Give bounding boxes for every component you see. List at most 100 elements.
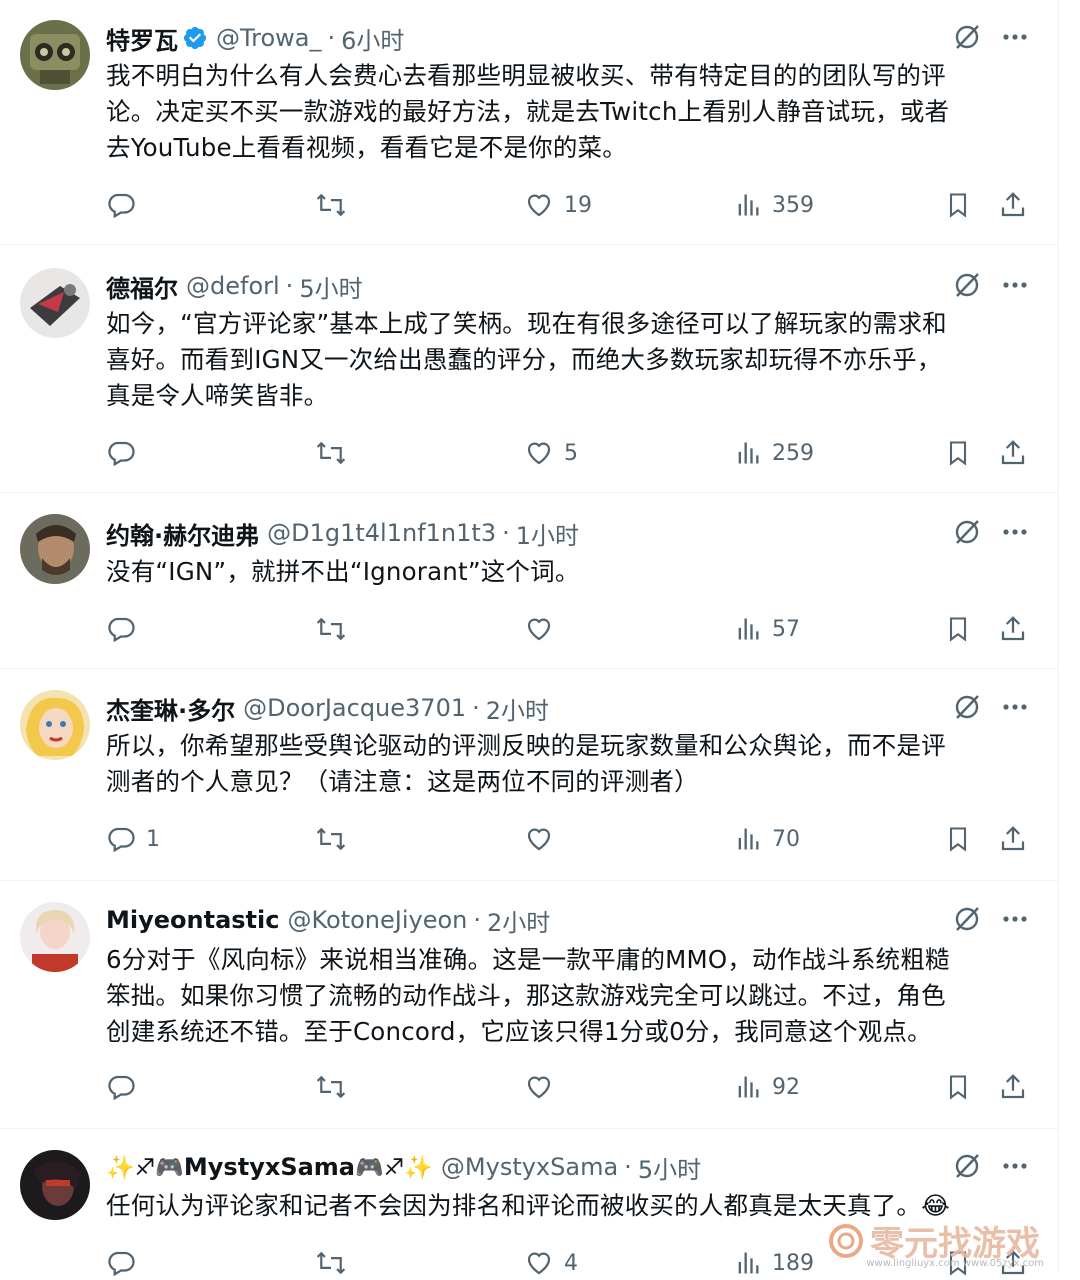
like-button[interactable]: 5	[524, 436, 578, 470]
tweet-3[interactable]: 约翰·赫尔迪弗 @D1g1t4l1nf1n1t3 · 1小时 没有“IGN”，就…	[0, 492, 1058, 669]
retweet-icon	[314, 438, 348, 468]
retweet-button[interactable]	[314, 1070, 348, 1104]
avatar[interactable]	[20, 514, 90, 584]
bookmark-button[interactable]	[944, 612, 972, 646]
share-icon	[998, 190, 1028, 220]
bookmark-button[interactable]	[944, 822, 972, 856]
watermark-swirl-icon	[829, 1223, 863, 1258]
handle[interactable]: @KotoneJiyeon	[287, 906, 467, 934]
timestamp[interactable]: 5小时	[299, 269, 362, 304]
reply-button[interactable]: 1	[106, 822, 160, 856]
action-bar: 57	[106, 612, 1036, 646]
handle[interactable]: @deforl	[186, 272, 280, 300]
avatar[interactable]	[20, 20, 90, 90]
reply-button[interactable]	[106, 436, 146, 470]
more-icon[interactable]	[1002, 281, 1028, 289]
grok-icon[interactable]	[952, 22, 982, 52]
tweet-top-icons	[952, 1151, 1028, 1181]
more-icon[interactable]	[1002, 33, 1028, 41]
bookmark-button[interactable]	[944, 436, 972, 470]
share-button[interactable]	[998, 188, 1028, 222]
more-icon[interactable]	[1002, 1162, 1028, 1170]
timestamp[interactable]: 5小时	[638, 1150, 701, 1185]
more-icon[interactable]	[1002, 703, 1028, 711]
like-count: 5	[564, 440, 578, 466]
timestamp[interactable]: 6小时	[341, 21, 404, 56]
views-button[interactable]: 259	[734, 436, 814, 470]
tweet-header: 杰奎琳·多尔 @DoorJacque3701 · 2小时	[106, 691, 549, 725]
separator-dot: ·	[472, 694, 480, 722]
more-icon[interactable]	[1002, 528, 1028, 536]
more-icon[interactable]	[1002, 915, 1028, 923]
views-count: 259	[772, 440, 814, 466]
tweet-top-icons	[952, 22, 1028, 52]
avatar[interactable]	[20, 1150, 90, 1220]
handle[interactable]: @DoorJacque3701	[243, 694, 466, 722]
display-name[interactable]: MystyxSama	[184, 1153, 355, 1181]
like-button[interactable]	[524, 612, 564, 646]
tweet-5[interactable]: Miyeontastic @KotoneJiyeon · 2小时 6分对于《风向…	[0, 880, 1058, 1129]
handle[interactable]: @D1g1t4l1nf1n1t3	[267, 519, 496, 547]
like-button[interactable]	[524, 822, 564, 856]
tweet-top-icons	[952, 517, 1028, 547]
views-button[interactable]: 70	[734, 822, 800, 856]
grok-icon[interactable]	[952, 904, 982, 934]
reply-button[interactable]	[106, 612, 146, 646]
grok-icon[interactable]	[952, 270, 982, 300]
handle[interactable]: @Trowa_	[216, 24, 322, 52]
reply-icon	[106, 824, 136, 854]
like-button[interactable]: 4	[524, 1246, 578, 1280]
timestamp[interactable]: 2小时	[486, 691, 549, 726]
avatar[interactable]	[20, 902, 90, 972]
display-name[interactable]: 杰奎琳·多尔	[106, 691, 235, 726]
bookmark-icon	[944, 614, 972, 644]
like-button[interactable]	[524, 1070, 564, 1104]
reply-button[interactable]	[106, 188, 146, 222]
tweet-header: ✨♐🎮 MystyxSama 🎮♐✨ @MystyxSama · 5小时	[106, 1150, 701, 1184]
share-icon	[998, 438, 1028, 468]
views-icon	[734, 614, 762, 644]
retweet-button[interactable]	[314, 1246, 348, 1280]
share-icon	[998, 824, 1028, 854]
reply-button[interactable]	[106, 1070, 146, 1104]
tweet-1[interactable]: 特罗瓦 @Trowa_ · 6小时 我不明白为什么有人会费心去看那些明显被收买、…	[0, 0, 1058, 245]
avatar[interactable]	[20, 268, 90, 338]
action-bar: 19 359	[106, 188, 1036, 222]
views-button[interactable]: 189	[734, 1246, 814, 1280]
handle[interactable]: @MystyxSama	[441, 1153, 618, 1181]
grok-icon[interactable]	[952, 692, 982, 722]
grok-icon[interactable]	[952, 517, 982, 547]
retweet-button[interactable]	[314, 612, 348, 646]
retweet-button[interactable]	[314, 188, 348, 222]
display-name[interactable]: 约翰·赫尔迪弗	[106, 516, 259, 551]
share-button[interactable]	[998, 822, 1028, 856]
action-bar: 5 259	[106, 436, 1036, 470]
avatar[interactable]	[20, 690, 90, 760]
tweet-2[interactable]: 德福尔 @deforl · 5小时 如今，“官方评论家”基本上成了笑柄。现在有很…	[0, 244, 1058, 493]
timestamp[interactable]: 1小时	[516, 516, 579, 551]
views-button[interactable]: 359	[734, 188, 814, 222]
share-icon	[998, 614, 1028, 644]
bookmark-button[interactable]	[944, 188, 972, 222]
display-name[interactable]: 特罗瓦	[106, 21, 178, 56]
display-name[interactable]: 德福尔	[106, 269, 178, 304]
tweet-text-line: 如今，“官方评论家”基本上成了笑柄。现在有很多途径可以了解玩家的需求和	[106, 309, 947, 338]
retweet-button[interactable]	[314, 822, 348, 856]
display-name[interactable]: Miyeontastic	[106, 906, 279, 934]
views-count: 359	[772, 192, 814, 218]
share-button[interactable]	[998, 436, 1028, 470]
like-count: 4	[564, 1250, 578, 1276]
tweet-4[interactable]: 杰奎琳·多尔 @DoorJacque3701 · 2小时 所以，你希望那些受舆论…	[0, 668, 1058, 881]
share-button[interactable]	[998, 612, 1028, 646]
timestamp[interactable]: 2小时	[487, 903, 550, 938]
retweet-button[interactable]	[314, 436, 348, 470]
like-button[interactable]: 19	[524, 188, 592, 222]
share-button[interactable]	[998, 1070, 1028, 1104]
grok-icon[interactable]	[952, 1151, 982, 1181]
views-button[interactable]: 57	[734, 612, 800, 646]
views-button[interactable]: 92	[734, 1070, 800, 1104]
bookmark-button[interactable]	[944, 1070, 972, 1104]
reply-icon	[106, 614, 136, 644]
tweet-text: 6分对于《风向标》来说相当准确。这是一款平庸的MMO，动作战斗系统粗糙 笨拙。如…	[106, 942, 1026, 1050]
reply-button[interactable]	[106, 1246, 146, 1280]
